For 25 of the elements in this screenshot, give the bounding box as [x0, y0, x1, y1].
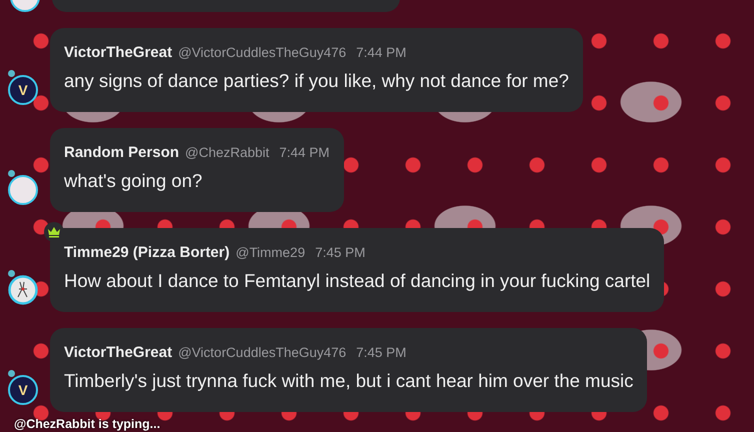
message-text: Timberly's just trynna fuck with me, but i cant hear him over the music	[64, 370, 634, 392]
timestamp: 7:45 PM	[315, 245, 366, 260]
typing-indicator: @ChezRabbit is typing...	[14, 417, 160, 431]
status-icon	[8, 370, 15, 377]
message-text: How about I dance to Femtanyl instead of dancing in your fucking cartel	[64, 270, 650, 292]
status-icon	[8, 170, 15, 177]
avatar: V	[8, 75, 38, 105]
avatar	[8, 275, 38, 305]
author-name[interactable]: VictorTheGreat	[64, 44, 172, 61]
timestamp: 7:44 PM	[279, 145, 330, 160]
author-handle: @VictorCuddlesTheGuy476	[178, 45, 346, 60]
message-text: what's going on?	[64, 170, 204, 192]
author-handle: @ChezRabbit	[185, 145, 270, 160]
message-text: any signs of dance parties? if you like, why not dance for me?	[64, 70, 569, 92]
status-icon	[8, 70, 15, 77]
author-handle: @VictorCuddlesTheGuy476	[178, 345, 346, 360]
avatar: V	[8, 375, 38, 405]
status-icon	[8, 270, 15, 277]
timestamp: 7:44 PM	[356, 45, 406, 60]
author-name[interactable]: VictorTheGreat	[64, 344, 172, 361]
author-name[interactable]: Timme29 (Pizza Borter)	[64, 244, 230, 261]
timestamp: 7:45 PM	[356, 345, 406, 360]
author-handle: @Timme29	[236, 245, 306, 260]
avatar	[8, 175, 38, 205]
author-name[interactable]: Random Person	[64, 144, 180, 161]
